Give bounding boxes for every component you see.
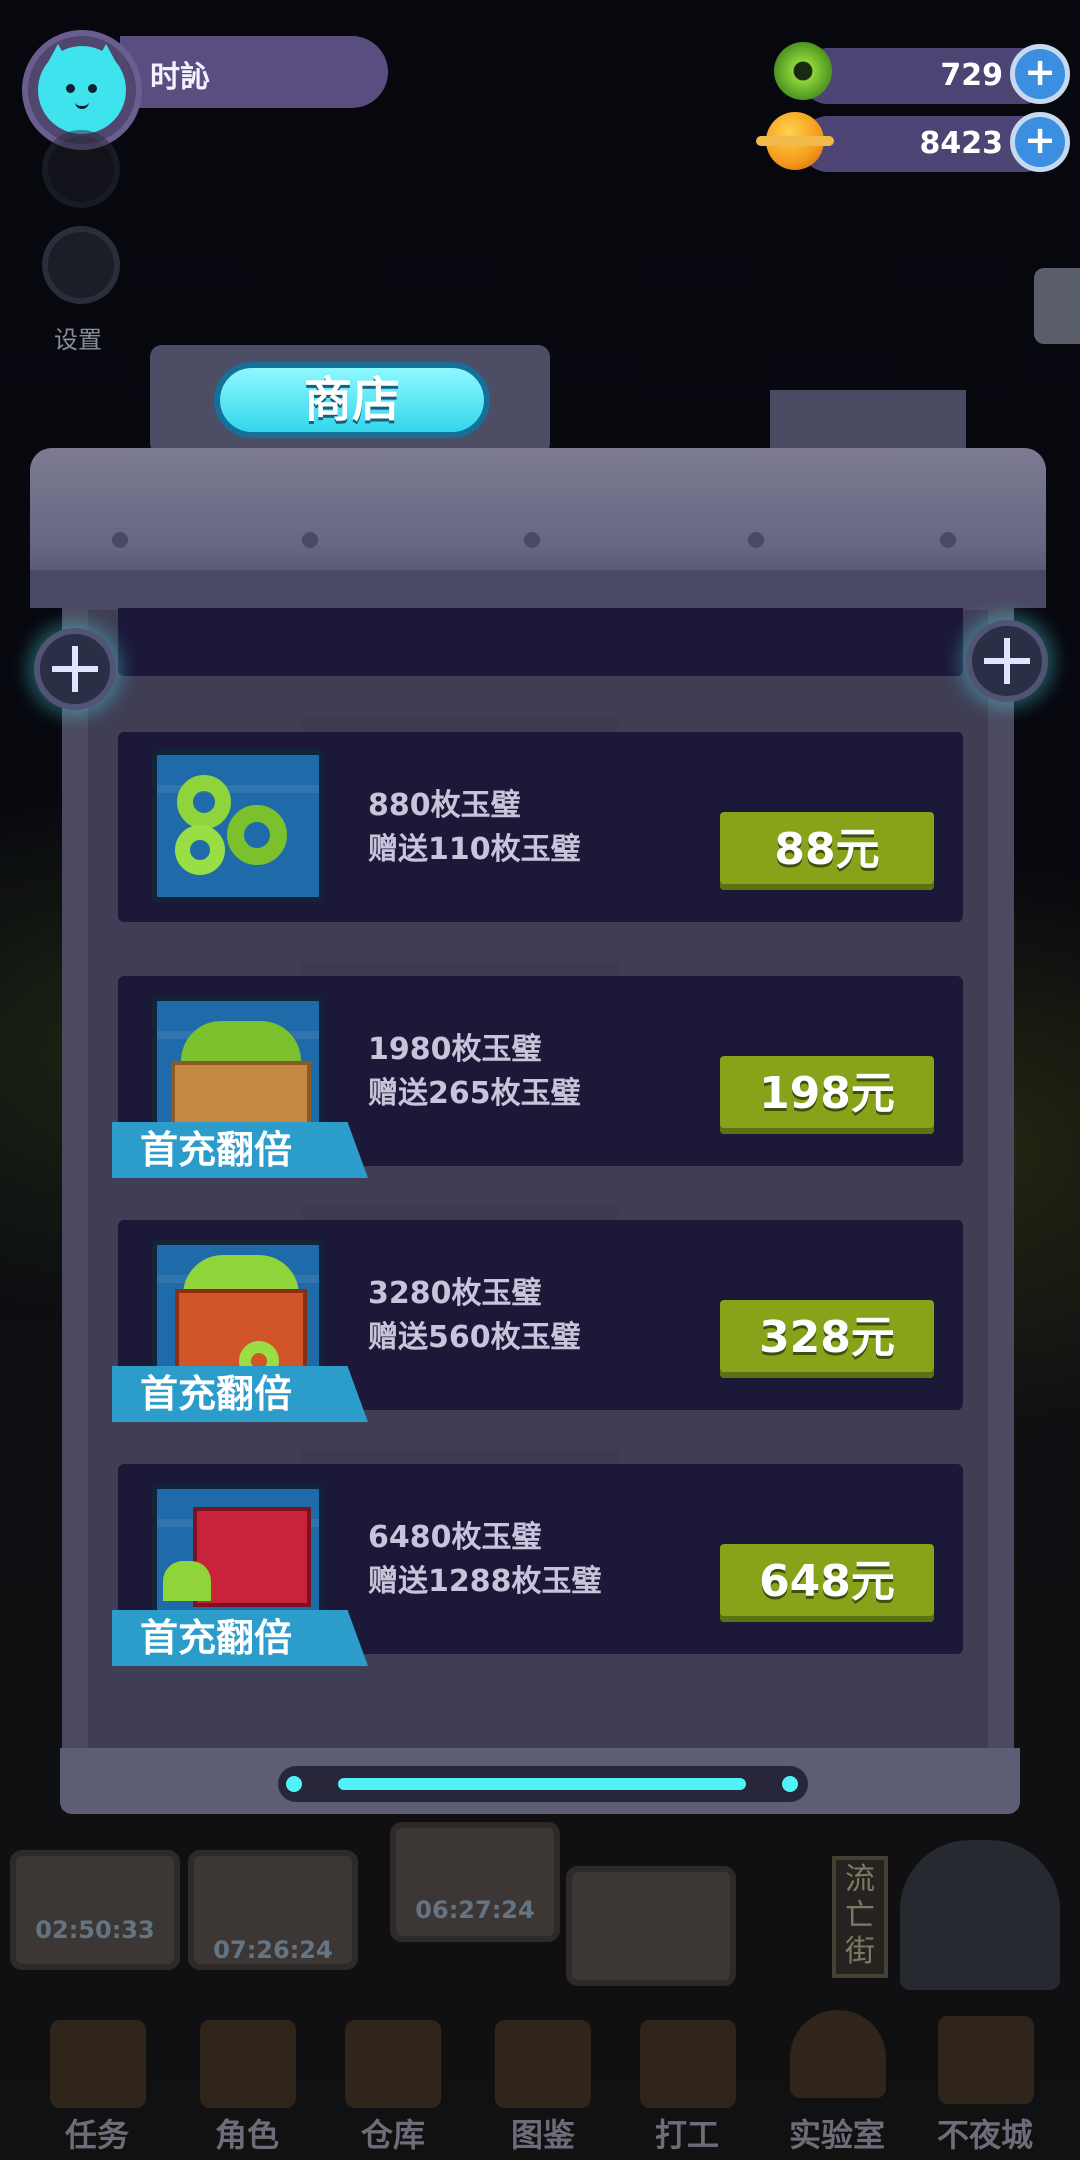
jade-ring-icon	[774, 42, 832, 100]
avatar[interactable]	[38, 46, 126, 134]
scroll-dot-left	[286, 1776, 302, 1792]
price-label: 328元	[759, 1312, 895, 1363]
list-item-partial[interactable]	[118, 600, 963, 676]
jade-ring	[227, 805, 287, 865]
price-label: 198元	[759, 1068, 895, 1119]
item-amount: 6480枚玉璧	[368, 1520, 542, 1555]
price-label: 648元	[759, 1556, 895, 1607]
shop-title: 商店	[303, 372, 400, 428]
side-up-button[interactable]	[42, 130, 120, 208]
item-amount: 880枚玉璧	[368, 788, 521, 823]
settings-gear-icon[interactable]	[42, 226, 120, 304]
crosshair	[1004, 638, 1010, 684]
rivet	[112, 532, 128, 548]
jade-heap	[163, 1561, 211, 1601]
planet-ring-icon	[756, 136, 834, 146]
player-name: 时訫	[150, 60, 210, 95]
price-label: 88元	[774, 824, 880, 875]
item-amount: 1980枚玉璧	[368, 1032, 542, 1067]
rivet	[748, 532, 764, 548]
badge-label: 首充翻倍	[140, 1372, 293, 1416]
shop-top-band	[30, 570, 1046, 608]
jade-count: 729	[940, 58, 1003, 93]
rivet	[302, 532, 318, 548]
crosshair	[72, 646, 78, 692]
item-bonus: 赠送265枚玉璧	[368, 1076, 581, 1111]
scrollbar-thumb[interactable]	[338, 1778, 746, 1790]
jade-ring	[177, 775, 231, 829]
coin-count: 8423	[919, 126, 1004, 161]
cat-eye-right	[88, 84, 97, 93]
rivet	[524, 532, 540, 548]
add-jade-button[interactable]: +	[1010, 44, 1070, 104]
item-amount: 3280枚玉璧	[368, 1276, 542, 1311]
jade-pile-small-icon	[152, 750, 324, 902]
jade-ring	[175, 825, 225, 875]
item-bonus: 赠送560枚玉璧	[368, 1320, 581, 1355]
item-bonus: 赠送1288枚玉璧	[368, 1564, 602, 1599]
scroll-dot-right	[782, 1776, 798, 1792]
rivet	[940, 532, 956, 548]
add-coin-button[interactable]: +	[1010, 112, 1070, 172]
item-bonus: 赠送110枚玉璧	[368, 832, 581, 867]
cat-eye-left	[66, 84, 75, 93]
settings-label: 设置	[54, 326, 102, 354]
badge-label: 首充翻倍	[140, 1128, 293, 1172]
side-clip-button[interactable]	[1034, 268, 1080, 344]
badge-label: 首充翻倍	[140, 1616, 293, 1660]
